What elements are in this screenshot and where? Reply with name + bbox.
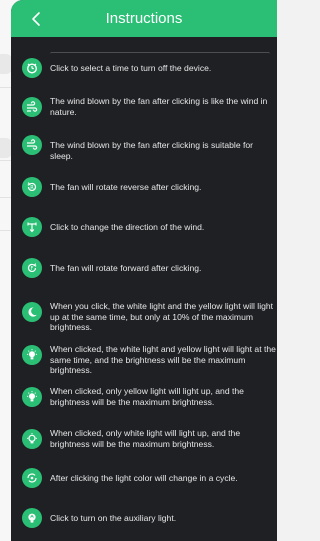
item-text: When clicked, only yellow light will lig… — [50, 386, 244, 407]
color-cycle-icon — [22, 468, 42, 488]
wind-direction-icon — [22, 217, 42, 237]
scrolled-text-remnant — [50, 52, 270, 58]
list-item[interactable]: Click to turn on the auxiliary light. — [11, 507, 277, 529]
item-text: Click to select a time to turn off the d… — [50, 63, 212, 73]
list-item[interactable]: Click to select a time to turn off the d… — [11, 52, 277, 79]
list-item[interactable]: Click to change the direction of the win… — [11, 216, 277, 238]
sleep-wind-icon — [22, 135, 42, 155]
list-item[interactable]: When clicked, the white light and yellow… — [11, 340, 277, 375]
instructions-sheet: Instructions Click to select a time to t… — [11, 0, 277, 541]
timer-icon — [22, 58, 42, 78]
item-text: When clicked, only white light will ligh… — [50, 428, 241, 449]
reverse-rotation-icon: R — [22, 177, 42, 197]
list-item[interactable]: When you click, the white light and the … — [11, 297, 277, 332]
item-text: The wind blown by the fan after clicking… — [50, 96, 268, 117]
forward-rotation-icon: F — [22, 258, 42, 278]
bulb-white-icon — [22, 429, 42, 449]
sheet-bottom — [11, 535, 277, 541]
header-bar: Instructions — [11, 0, 277, 37]
svg-text:R: R — [30, 185, 34, 191]
back-button[interactable] — [25, 8, 47, 30]
list-item[interactable]: The wind blown by the fan after clicking… — [11, 134, 277, 161]
list-item[interactable]: F The fan will rotate forward after clic… — [11, 257, 277, 279]
item-text: When you click, the white light and the … — [50, 301, 274, 332]
natural-wind-icon — [22, 97, 42, 117]
screen: Instructions Click to select a time to t… — [0, 0, 277, 541]
item-text: Click to change the direction of the win… — [50, 222, 205, 232]
bulb-yellow-icon — [22, 387, 42, 407]
bulb-mixed-icon — [22, 345, 42, 365]
chevron-left-icon — [32, 12, 40, 26]
item-text: The wind blown by the fan after clicking… — [50, 140, 254, 161]
item-text: After clicking the light color will chan… — [50, 473, 238, 483]
item-text: The fan will rotate reverse after clicki… — [50, 182, 202, 192]
svg-text:F: F — [31, 266, 34, 272]
list-item[interactable]: The wind blown by the fan after clicking… — [11, 92, 277, 122]
item-text: When clicked, the white light and yellow… — [50, 344, 276, 375]
night-light-icon — [22, 302, 42, 322]
list-item[interactable]: When clicked, only white light will ligh… — [11, 424, 277, 454]
list-item[interactable]: After clicking the light color will chan… — [11, 467, 277, 489]
list-item[interactable]: R The fan will rotate reverse after clic… — [11, 176, 277, 198]
item-text: Click to turn on the auxiliary light. — [50, 513, 177, 523]
page-title: Instructions — [105, 10, 183, 27]
auxiliary-light-icon — [22, 508, 42, 528]
list-item[interactable]: When clicked, only yellow light will lig… — [11, 382, 277, 412]
item-text: The fan will rotate forward after clicki… — [50, 263, 202, 273]
